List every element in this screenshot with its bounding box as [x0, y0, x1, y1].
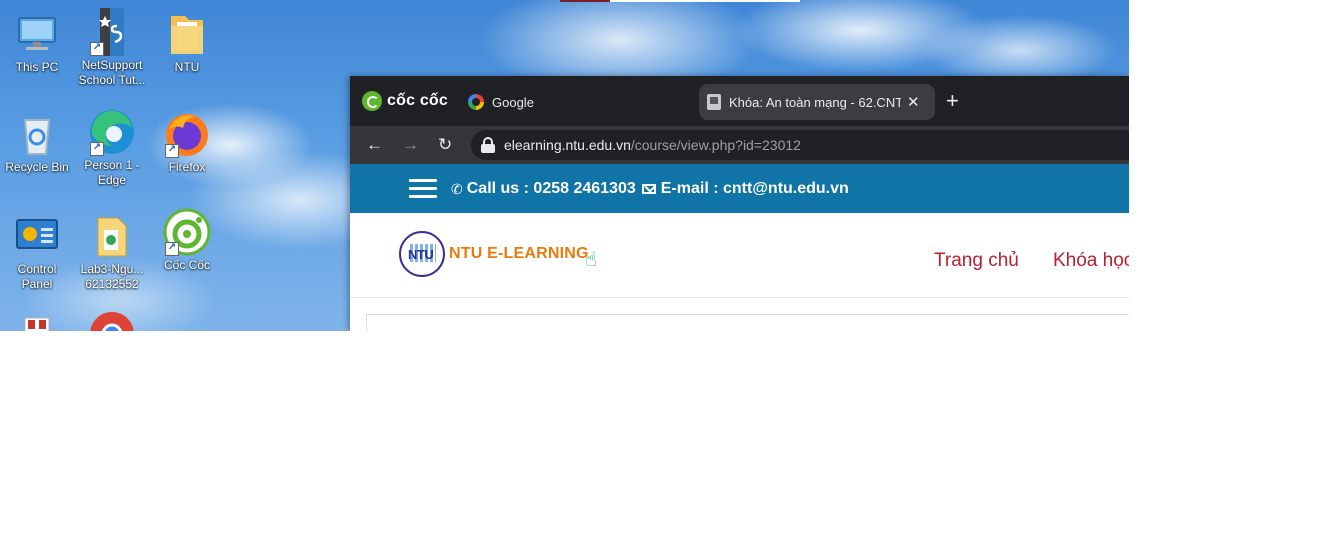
new-tab-icon[interactable]: +	[946, 88, 959, 114]
reload-icon[interactable]: ↻	[438, 135, 452, 155]
url-path: /course/view.php?id=23012	[630, 137, 801, 153]
desktop-icon-firefox[interactable]: ↗ Firefox	[150, 110, 224, 175]
site-topbar: ✆ Call us : 0258 2461303 E-mail : cntt@n…	[350, 164, 1129, 213]
desktop-icon-control-panel[interactable]: Control Panel	[0, 212, 74, 292]
tab-strip: cốc cốc Google Khóa: An toàn mạng - 62.C…	[350, 76, 1129, 126]
browser-window[interactable]: cốc cốc Google Khóa: An toàn mạng - 62.C…	[350, 76, 1129, 331]
desktop-icon-coccoc[interactable]: ↗ Cốc Cốc	[150, 208, 224, 273]
desktop-icon-label: This PC	[15, 60, 59, 74]
site-logo[interactable]: NTU NTU E-LEARNING ☝	[399, 231, 597, 277]
nav-link-home[interactable]: Trang chủ	[934, 250, 1019, 272]
shortcut-arrow-icon: ↗	[165, 144, 179, 158]
tab-title: Khóa: An toàn mạng - 62.CNTT	[729, 94, 901, 110]
desktop-icon-label: Recycle Bin	[5, 160, 69, 174]
site-header: NTU NTU E-LEARNING ☝ Trang chủ Khóa học	[350, 213, 1129, 298]
desktop-icon-netsupport[interactable]: ↗ NetSupport School Tut...	[75, 8, 149, 88]
monitor-icon	[13, 10, 61, 58]
ntu-seal-logo: NTU	[399, 231, 445, 277]
contact-email: E-mail : cntt@ntu.edu.vn	[660, 180, 849, 197]
hamburger-menu-icon[interactable]	[409, 179, 437, 199]
browser-toolbar: ← → ↻ elearning.ntu.edu.vn/course/view.p…	[350, 126, 1129, 164]
desktop-wallpaper: This PC Recycle Bin Control Panel ↗ NetS…	[0, 0, 1129, 331]
shortcut-arrow-icon: ↗	[90, 42, 104, 56]
page-favicon-icon	[707, 94, 721, 110]
desktop-icon-label: Firefox	[168, 160, 206, 174]
netsupport-icon: ↗	[88, 8, 136, 56]
contact-info: ✆ Call us : 0258 2461303 E-mail : cntt@n…	[451, 180, 849, 198]
firefox-icon: ↗	[163, 110, 211, 158]
desktop-icon-label: Cốc Cốc	[163, 258, 210, 272]
folder-file-icon	[88, 212, 136, 260]
url-host: elearning.ntu.edu.vn	[504, 137, 631, 153]
tab-title: Google	[492, 94, 534, 110]
forward-arrow-icon[interactable]: →	[402, 135, 419, 155]
web-page: ✆ Call us : 0258 2461303 E-mail : cntt@n…	[350, 164, 1129, 331]
desktop-icon-label: Lab3-Ngu... 62132552	[80, 262, 144, 291]
logo-text: NTU E-LEARNING	[449, 245, 589, 262]
mail-icon	[641, 184, 656, 194]
folder-icon	[163, 10, 211, 58]
lock-icon[interactable]	[481, 137, 495, 153]
desktop-icon-label: NTU	[174, 60, 200, 74]
tab-google[interactable]: Google	[468, 84, 534, 120]
phone-icon: ✆	[451, 180, 463, 197]
desktop-icon-recycle-bin[interactable]: Recycle Bin	[0, 110, 74, 175]
desktop-icon-chrome[interactable]	[75, 310, 149, 331]
nav-link-courses[interactable]: Khóa học	[1053, 250, 1129, 272]
desktop-icon-lab3[interactable]: Lab3-Ngu... 62132552	[75, 212, 149, 292]
desktop-icon-partial[interactable]	[0, 314, 74, 331]
desktop-icon-label: Control Panel	[17, 262, 57, 291]
content-panel	[366, 314, 1129, 331]
coccoc-logo-icon	[362, 91, 382, 111]
browser-brand[interactable]: cốc cốc	[362, 91, 448, 111]
desktop-icon-ntu-folder[interactable]: NTU	[150, 10, 224, 75]
close-tab-icon[interactable]: ✕	[907, 93, 920, 111]
desktop-icon-edge[interactable]: ↗ Person 1 - Edge	[75, 108, 149, 188]
desktop-icon-label: Person 1 - Edge	[84, 158, 140, 187]
coccoc-icon: ↗	[163, 208, 211, 256]
edge-icon: ↗	[88, 108, 136, 156]
contact-phone: Call us : 0258 2461303	[466, 180, 636, 197]
app-icon	[13, 314, 61, 331]
wallpaper-edge-strip	[560, 0, 800, 2]
brand-text: cốc cốc	[387, 92, 448, 109]
google-icon	[468, 94, 484, 110]
desktop-icon-this-pc[interactable]: This PC	[0, 10, 74, 75]
control-panel-icon	[13, 212, 61, 260]
back-arrow-icon[interactable]: ←	[366, 135, 383, 155]
desktop-icon-label: NetSupport School Tut...	[78, 58, 146, 87]
address-bar[interactable]: elearning.ntu.edu.vn/course/view.php?id=…	[471, 130, 1129, 160]
recycle-bin-icon	[13, 110, 61, 158]
pointing-hand-icon: ☝	[584, 248, 597, 271]
shortcut-arrow-icon: ↗	[165, 242, 179, 256]
shortcut-arrow-icon: ↗	[90, 142, 104, 156]
tab-active-course[interactable]: Khóa: An toàn mạng - 62.CNTT ✕	[699, 84, 935, 120]
chrome-icon	[88, 310, 136, 331]
